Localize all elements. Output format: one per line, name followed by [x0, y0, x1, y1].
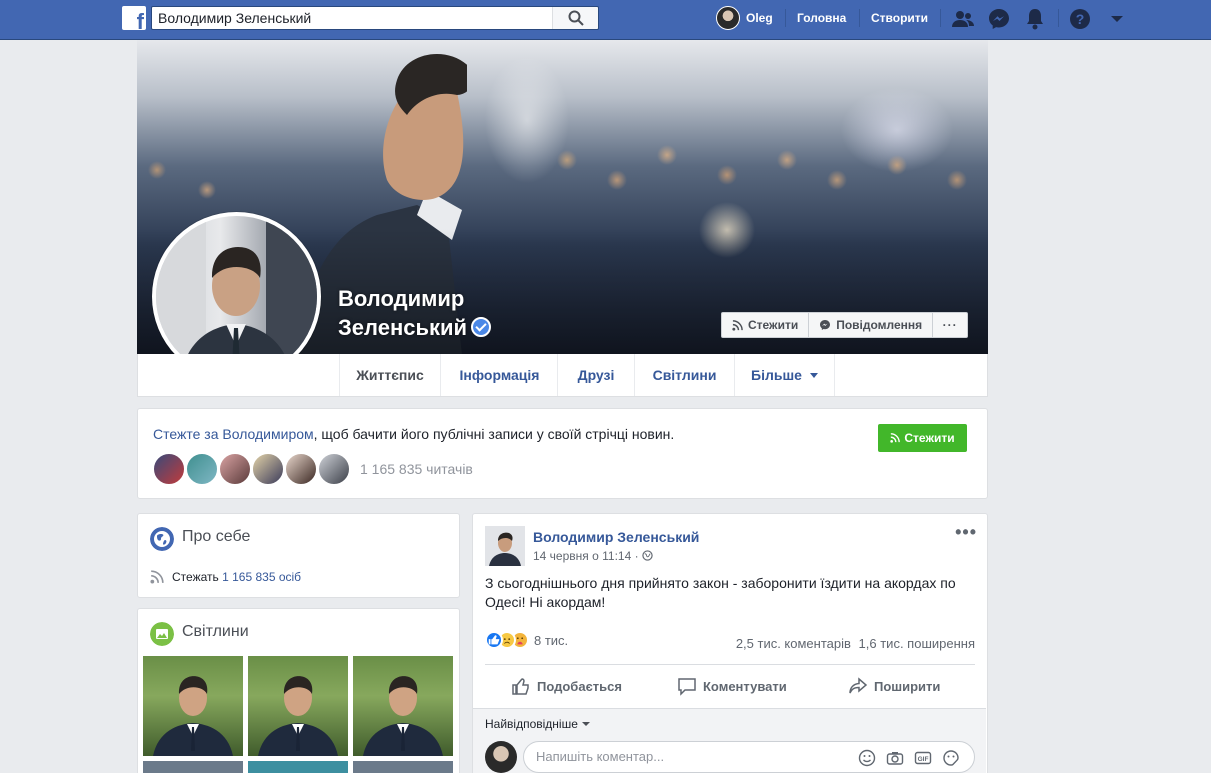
post-options-button[interactable]: •••	[955, 522, 977, 543]
rss-icon	[150, 570, 164, 584]
profile-link[interactable]: Oleg	[716, 6, 773, 30]
comment-button[interactable]: Коментувати	[677, 674, 787, 698]
photo-thumbnail[interactable]	[353, 656, 453, 756]
follow-button-green[interactable]: Стежити	[878, 424, 967, 452]
about-card: Про себе Стежать 1 165 835 осіб	[137, 513, 460, 598]
like-button[interactable]: Подобається	[511, 674, 622, 698]
account-menu-caret-icon[interactable]	[1105, 7, 1129, 31]
search-input[interactable]	[158, 9, 548, 27]
divider	[859, 9, 860, 27]
comment-input[interactable]	[536, 749, 836, 764]
avatar	[485, 741, 517, 773]
photo-thumbnail[interactable]	[143, 656, 243, 756]
avatar[interactable]	[285, 453, 317, 485]
avatar[interactable]	[219, 453, 251, 485]
search-button[interactable]	[552, 7, 598, 29]
chevron-down-icon	[581, 722, 590, 726]
photos-title: Світлини	[182, 623, 249, 640]
reactions-count: 8 тис.	[534, 632, 569, 648]
create-link[interactable]: Створити	[871, 11, 928, 25]
share-icon	[849, 677, 868, 694]
avatar[interactable]	[252, 453, 284, 485]
follow-prompt-text: Стежте за Володимиром, щоб бачити його п…	[153, 426, 675, 442]
divider	[785, 9, 786, 27]
svg-text:GIF: GIF	[918, 756, 929, 763]
friend-requests-icon[interactable]	[951, 7, 975, 31]
rss-icon	[890, 433, 901, 443]
followers-count-link[interactable]: 1 165 835 осіб	[222, 570, 301, 584]
avatar	[716, 6, 740, 30]
divider	[485, 664, 975, 665]
photo-thumbnail[interactable]	[143, 761, 243, 773]
post-card: Володимир Зеленський 14 червня о 11:14 ·…	[472, 513, 988, 773]
camera-icon[interactable]	[886, 749, 904, 767]
avatar[interactable]	[186, 453, 218, 485]
thumbs-up-icon	[512, 678, 529, 695]
share-button[interactable]: Поширити	[848, 674, 940, 698]
sticker-icon[interactable]	[942, 749, 960, 767]
followers-summary: Стежать 1 165 835 осіб	[150, 570, 301, 584]
profile-name: Володимир Зеленський	[338, 284, 492, 342]
like-reaction-icon	[485, 631, 503, 649]
post-text: З сьогоднішнього дня прийнято закон - за…	[485, 575, 956, 610]
photos-card: Світлини	[137, 608, 460, 773]
tab-timeline[interactable]: Життєпис	[339, 354, 441, 396]
divider	[940, 9, 941, 27]
about-title: Про себе	[182, 528, 251, 545]
avatar[interactable]	[318, 453, 350, 485]
notifications-bell-icon[interactable]	[1023, 7, 1047, 31]
followers-avatars	[153, 453, 351, 485]
avatar[interactable]	[153, 453, 185, 485]
follow-button[interactable]: Стежити	[722, 313, 810, 337]
rss-icon	[732, 319, 743, 331]
tab-photos[interactable]: Світлини	[635, 354, 735, 396]
tab-about[interactable]: Інформація	[442, 354, 558, 396]
follow-prompt-card: Стежте за Володимиром, щоб бачити його п…	[137, 408, 988, 499]
tab-friends[interactable]: Друзі	[558, 354, 635, 396]
post-stats: 2,5 тис. коментарів 1,6 тис. поширення	[736, 636, 975, 651]
comments-section: Найвідповідніше GIF	[473, 708, 986, 773]
user-name: Oleg	[746, 11, 773, 25]
verified-badge-icon	[471, 317, 492, 337]
follow-link[interactable]: Стежте за Володимиром	[153, 426, 314, 442]
tab-more[interactable]: Більше	[735, 354, 835, 396]
profile-photo-image	[156, 216, 317, 377]
photo-thumbnail[interactable]	[248, 656, 348, 756]
photo-thumbnail[interactable]	[248, 761, 348, 773]
comment-box: GIF	[523, 741, 975, 773]
messenger-icon	[820, 320, 831, 330]
reactions-summary[interactable]: 8 тис.	[485, 631, 568, 649]
cover-action-buttons: Стежити Повідомлення ···	[721, 312, 969, 338]
emoji-icon[interactable]	[858, 749, 876, 767]
help-icon[interactable]: ?	[1068, 7, 1092, 31]
search-box	[151, 6, 599, 30]
facebook-logo-icon[interactable]: f	[122, 6, 146, 33]
comments-count-link[interactable]: 2,5 тис. коментарів	[736, 636, 851, 651]
more-options-button[interactable]: ···	[933, 313, 967, 337]
post-timestamp[interactable]: 14 червня о 11:14 ·	[533, 549, 653, 563]
comment-icon	[678, 678, 696, 696]
followers-count: 1 165 835 читачів	[360, 461, 473, 477]
divider	[1058, 9, 1059, 27]
top-navigation-bar: f Oleg Головна Створити ?	[0, 0, 1211, 40]
comment-sort-dropdown[interactable]: Найвідповідніше	[485, 717, 590, 731]
photo-thumbnail[interactable]	[353, 761, 453, 773]
avatar[interactable]	[485, 526, 525, 566]
globe-icon	[642, 550, 653, 561]
shares-count-link[interactable]: 1,6 тис. поширення	[859, 636, 975, 651]
home-link[interactable]: Головна	[797, 11, 846, 25]
post-author-link[interactable]: Володимир Зеленський	[533, 529, 699, 545]
photos-grid	[143, 656, 453, 773]
message-button[interactable]: Повідомлення	[809, 313, 934, 337]
photos-icon	[150, 622, 174, 646]
svg-text:?: ?	[1076, 11, 1085, 27]
messenger-icon[interactable]	[987, 7, 1011, 31]
globe-icon	[150, 527, 174, 551]
profile-tabs: Життєпис Інформація Друзі Світлини Більш…	[137, 354, 988, 397]
chevron-down-icon	[809, 372, 818, 378]
gif-icon[interactable]: GIF	[914, 749, 932, 767]
search-icon	[568, 10, 584, 26]
